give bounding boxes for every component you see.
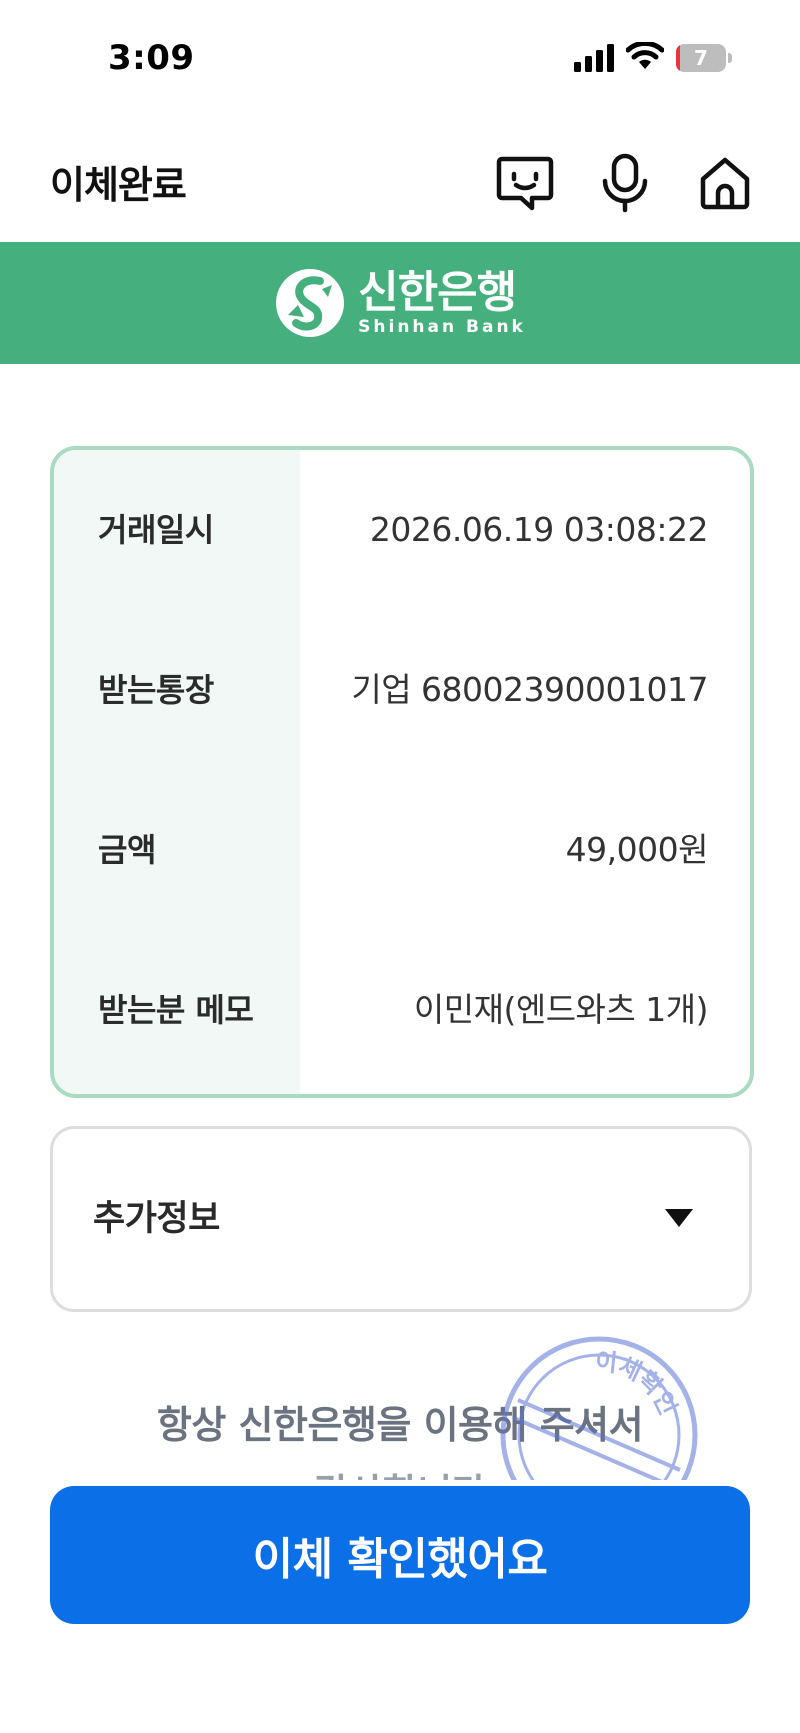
signal-icon: [574, 44, 614, 72]
detail-value: 2026.06.19 03:08:22: [369, 510, 709, 549]
detail-value: 49,000원: [565, 830, 709, 869]
detail-label: 금액: [98, 831, 156, 869]
battery-icon: 7: [676, 44, 732, 72]
app-header: 이체완료: [0, 130, 800, 230]
additional-info-label: 추가정보: [93, 1199, 220, 1239]
detail-value: 이민재(엔드와츠 1개): [413, 990, 709, 1029]
detail-label: 받는통장: [98, 671, 214, 709]
thanks-message: 항상 신한은행을 이용해 주셔서 감사합니다 이체확인: [0, 1330, 800, 1480]
chatbot-icon: [496, 156, 554, 211]
detail-row-amount: 금액 49,000원: [54, 810, 750, 890]
bank-banner: 신한은행 Shinhan Bank: [0, 242, 800, 364]
bank-name-korean: 신한은행: [358, 267, 517, 318]
detail-row-memo: 받는분 메모 이민재(엔드와츠 1개): [54, 970, 750, 1050]
transfer-confirm-button[interactable]: 이체 확인했어요: [50, 1486, 750, 1624]
detail-row-datetime: 거래일시 2026.06.19 03:08:22: [54, 490, 750, 570]
voice-search-button[interactable]: [592, 150, 658, 216]
shinhan-logo-icon: [276, 269, 345, 337]
transfer-detail-card: 거래일시 2026.06.19 03:08:22 받는통장 기업 6800239…: [50, 446, 754, 1098]
detail-label: 거래일시: [98, 511, 214, 549]
transfer-confirmed-stamp-icon: 이체확인: [500, 1333, 698, 1480]
detail-label: 받는분 메모: [98, 991, 254, 1029]
home-button[interactable]: [692, 150, 758, 216]
home-icon: [700, 157, 750, 210]
battery-level: 7: [694, 46, 708, 70]
triangle-down-icon: [665, 1209, 693, 1227]
status-bar: 3:09 7: [0, 0, 800, 120]
detail-value: 기업 68002390001017: [351, 670, 708, 709]
status-time: 3:09: [108, 38, 195, 78]
bank-name-english: Shinhan Bank: [358, 317, 526, 337]
wifi-icon: [626, 42, 664, 69]
detail-row-account: 받는통장 기업 68002390001017: [54, 650, 750, 730]
microphone-icon: [602, 153, 648, 213]
chatbot-button[interactable]: [492, 150, 558, 216]
page-title: 이체완료: [50, 163, 187, 207]
bank-logo: 신한은행 Shinhan Bank: [274, 267, 526, 339]
additional-info-toggle[interactable]: 추가정보: [50, 1126, 752, 1312]
